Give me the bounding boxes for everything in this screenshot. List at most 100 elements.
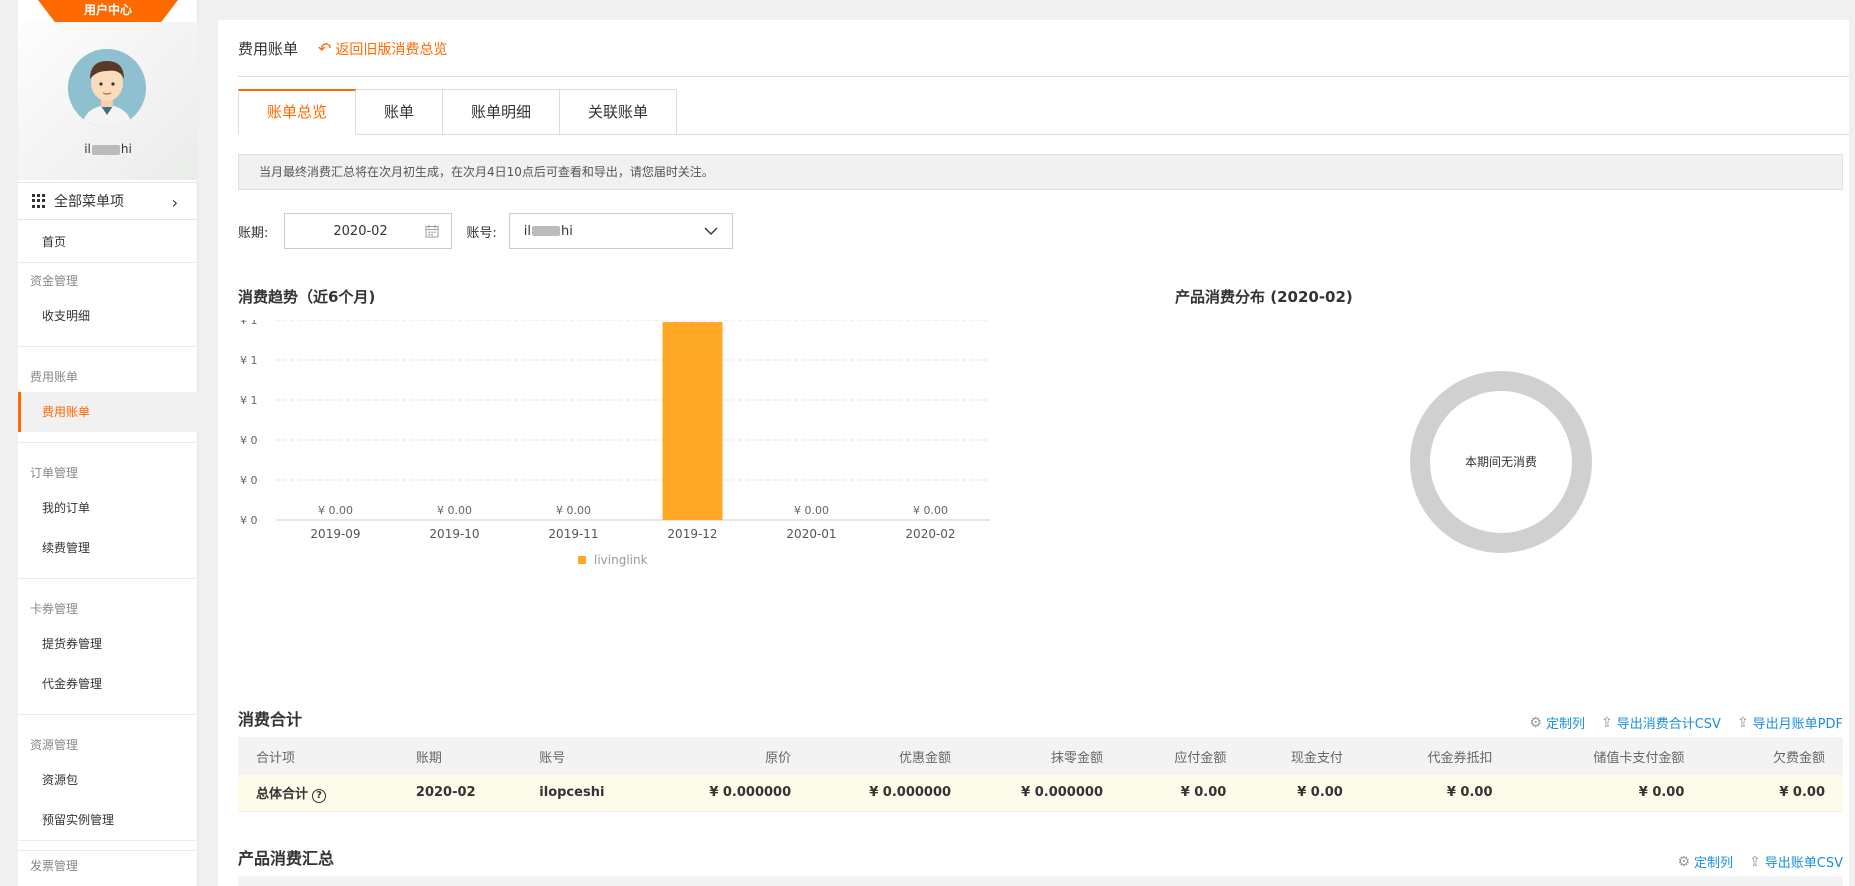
page-title: 费用账单 (238, 40, 299, 58)
table-cell: 总体合计? (238, 775, 398, 812)
column-header[interactable]: 消费类型▽ (636, 876, 766, 886)
grid-icon (32, 194, 46, 208)
column-header: 抹零金额 (969, 737, 1121, 775)
column-header: 欠费金额 (1702, 737, 1843, 775)
nav-group-title: 卡券管理 (30, 602, 79, 616)
column-header: 应付金额 (1120, 737, 1245, 775)
period-label: 账期: (238, 225, 269, 241)
tab-bills[interactable]: 账单 (356, 89, 444, 135)
table-row: 总体合计? 2020-02 ilopceshi ¥ 0.000000 ¥ 0.0… (238, 775, 1843, 812)
nav-group-resources: 资源管理 资源包 预留实例管理 (18, 730, 198, 841)
account-value: il hi (523, 223, 573, 239)
customize-columns-link[interactable]: ⚙ 定制列 (1677, 852, 1733, 872)
column-header[interactable]: 产品明细▽ (506, 876, 636, 886)
consumption-trend-chart: ¥ 0 ¥ 0 ¥ 0 ¥ 1 ¥ 1 ¥ 1 ¥ 0.00 2019-09 ¥ 0.00 201… (240, 320, 990, 567)
username: il hi (84, 142, 132, 156)
legend-swatch (578, 556, 586, 564)
tab-linked-bills[interactable]: 关联账单 (560, 89, 678, 135)
x-tick-label: 2019-12 (667, 527, 717, 541)
nav-group-vouchers: 卡券管理 提货券管理 代金券管理 (18, 594, 198, 715)
column-header: 欠费金额 (1690, 876, 1843, 886)
period-value: 2020-02 (333, 223, 388, 239)
sidebar-item-renewals[interactable]: 续费管理 (18, 528, 198, 568)
sidebar-item-transactions[interactable]: 收支明细 (18, 296, 198, 336)
filter-bar: 账期: 2020-02 账号: il hi (238, 213, 733, 249)
sidebar-item-billing[interactable]: 费用账单 (18, 392, 198, 432)
tab-bill-details[interactable]: 账单明细 (443, 89, 561, 135)
main-content: 费用账单 ↶ 返回旧版消费总览 账单总览 账单 账单明细 关联账单 当月最终消费… (218, 20, 1849, 886)
tab-bar: 账单总览 账单 账单明细 关联账单 (238, 89, 1849, 135)
column-header: 优惠金额 (809, 737, 970, 775)
product-distribution-donut: 本期间无消费 (1410, 371, 1592, 553)
column-header: 原价 (669, 737, 810, 775)
donut-empty-text: 本期间无消费 (1465, 455, 1537, 469)
column-header: 代金券抵扣 (1410, 876, 1530, 886)
table-header-row: 账期账号产品▽产品明细▽消费类型▽账单类型原价优惠金额抹零金额应付金额现金支付代… (238, 876, 1843, 886)
help-icon[interactable]: ? (312, 788, 327, 803)
column-header: 应付金额 (1200, 876, 1300, 886)
tab-bill-overview[interactable]: 账单总览 (238, 89, 357, 135)
column-header: 现金支付 (1244, 737, 1361, 775)
divider (238, 76, 1849, 77)
sidebar-item-cash-vouchers[interactable]: 代金券管理 (18, 664, 198, 704)
gear-icon: ⚙ (1677, 853, 1691, 870)
upload-icon: ⇪ (1600, 714, 1613, 731)
back-to-old-overview-link[interactable]: ↶ 返回旧版消费总览 (318, 39, 447, 59)
product-section-title: 产品消费汇总 (238, 849, 335, 868)
all-menu-label: 全部菜单项 (54, 194, 124, 210)
redacted-mask (91, 144, 120, 155)
distribution-chart-title: 产品消费分布 (2020-02) (1175, 288, 1353, 306)
y-tick-label: ¥ 1 (240, 354, 258, 367)
export-monthly-pdf-link[interactable]: ⇪ 导出月账单PDF (1736, 713, 1843, 733)
export-bill-csv-link[interactable]: ⇪ 导出账单CSV (1749, 852, 1843, 872)
nav-group-title: 发票管理 (30, 859, 79, 873)
column-header: 代金券抵扣 (1360, 737, 1511, 775)
customize-columns-link[interactable]: ⚙ 定制列 (1529, 713, 1585, 733)
column-header: 抹零金额 (1096, 876, 1200, 886)
account-select[interactable]: il hi (508, 213, 733, 249)
legend-label: livinglink (594, 553, 648, 567)
y-tick-label: ¥ 0 (240, 474, 258, 487)
x-tick-label: 2019-11 (548, 527, 598, 541)
sidebar-item-reserved-instances[interactable]: 预留实例管理 (18, 800, 198, 840)
product-table: 账期账号产品▽产品明细▽消费类型▽账单类型原价优惠金额抹零金额应付金额现金支付代… (238, 876, 1843, 886)
sidebar-item-pickup-vouchers[interactable]: 提货券管理 (18, 624, 198, 664)
column-header: 储值卡支付金额 (1510, 737, 1703, 775)
trend-chart-title: 消费趋势（近6个月) (238, 288, 376, 306)
table-cell: 2020-02 (397, 775, 522, 812)
sidebar-item-home[interactable]: 首页 (18, 222, 198, 262)
nav-group-title: 资金管理 (30, 274, 79, 288)
nav-group-home: 首页 (18, 222, 198, 263)
x-tick-label: 2019-10 (429, 527, 479, 541)
upload-icon: ⇪ (1736, 714, 1749, 731)
avatar[interactable] (68, 49, 146, 127)
nav-group-invoices: 发票管理 (18, 850, 198, 881)
summary-section-title: 消费合计 (238, 710, 303, 729)
column-header: 账号 (320, 876, 400, 886)
column-header: 账期 (238, 876, 320, 886)
summary-table: 合计项 账期 账号 原价 优惠金额 抹零金额 应付金额 现金支付 代金券抵扣 储… (238, 737, 1843, 812)
calendar-icon (425, 225, 439, 238)
redacted-mask (532, 226, 561, 236)
user-center-ribbon: 用户中心 (38, 0, 178, 22)
table-cell: ¥ 0.00 (1244, 775, 1361, 812)
table-cell: ¥ 0.00 (1510, 775, 1703, 812)
nav-group-funds: 资金管理 收支明细 (18, 266, 198, 347)
all-menu-toggle[interactable]: 全部菜单项 › (18, 182, 198, 220)
table-cell: ¥ 0.00 (1360, 775, 1511, 812)
nav-group-orders: 订单管理 我的订单 续费管理 (18, 458, 198, 579)
sidebar-item-resource-packs[interactable]: 资源包 (18, 760, 198, 800)
period-date-picker[interactable]: 2020-02 (284, 213, 453, 249)
x-tick-label: 2020-02 (905, 527, 955, 541)
sidebar-item-my-orders[interactable]: 我的订单 (18, 488, 198, 528)
chevron-down-icon (704, 227, 718, 235)
table-cell: ¥ 0.000000 (669, 775, 810, 812)
sidebar: il hi 用户中心 全部菜单项 › 首页 资金管理 收支明细 费用账单 费用账单… (18, 0, 198, 886)
column-header[interactable]: 产品▽ (400, 876, 506, 886)
chevron-right-icon: › (171, 193, 178, 212)
export-summary-csv-link[interactable]: ⇪ 导出消费合计CSV (1600, 713, 1721, 733)
data-label: ¥ 0.00 (556, 504, 591, 517)
table-cell: ¥ 0.00 (1120, 775, 1245, 812)
y-tick-label: ¥ 0 (240, 514, 258, 527)
nav-group-billing: 费用账单 费用账单 (18, 362, 198, 443)
